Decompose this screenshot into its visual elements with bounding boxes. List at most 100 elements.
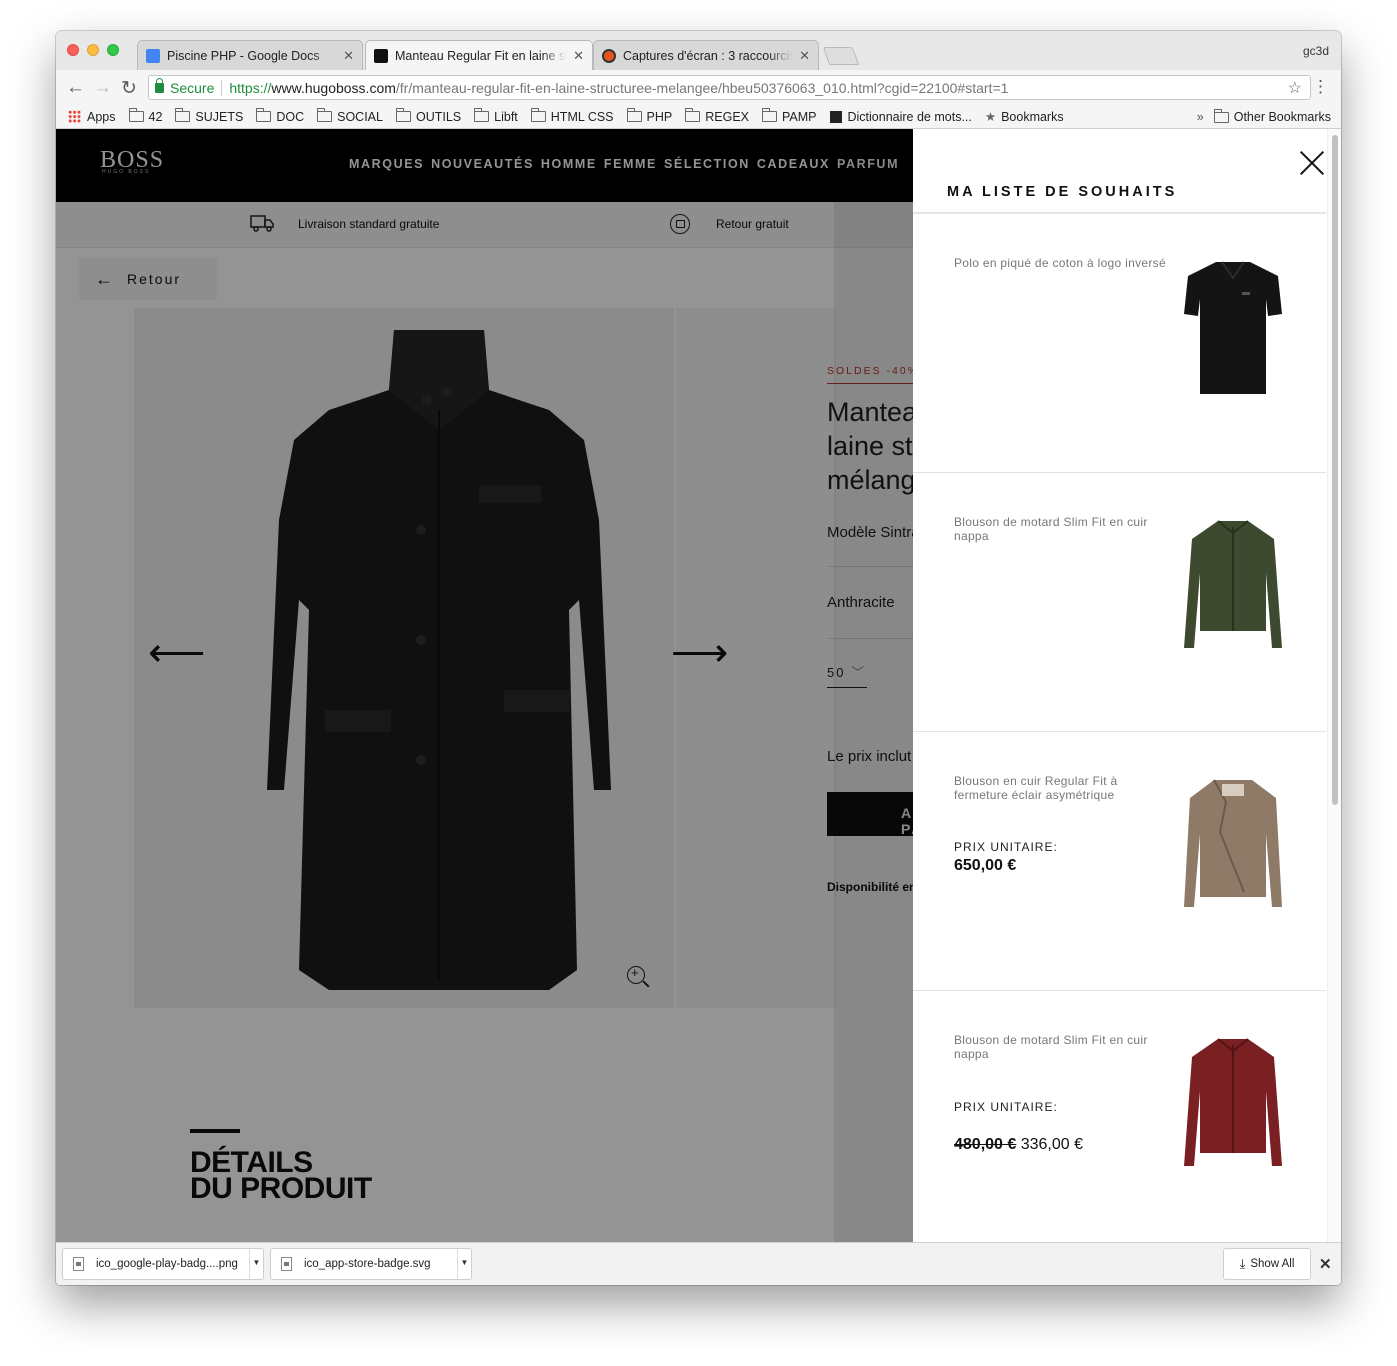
bookmark-label: 42	[148, 109, 163, 124]
download-filename: ico_google-play-badg....png	[96, 1258, 238, 1270]
page-viewport: BOSS HUGO BOSS MARQUES NOUVEAUTÉS HOMME …	[56, 129, 1341, 1242]
close-downloads-icon[interactable]: ✕	[1319, 1255, 1332, 1273]
browser-window: Piscine PHP - Google Docs ✕ Manteau Regu…	[56, 31, 1341, 1285]
downloads-shelf: ico_google-play-badg....png ▼ ico_app-st…	[56, 1242, 1341, 1285]
wishlist-item-price-block: 480,00 € 336,00 €	[954, 1136, 1083, 1154]
new-tab-button[interactable]	[822, 47, 860, 65]
wishlist-item-image-jacket-red[interactable]	[1178, 1031, 1288, 1176]
dictionary-icon	[829, 110, 842, 123]
bookmark-label: Bookmarks	[1001, 109, 1064, 124]
folder-icon	[128, 108, 144, 122]
close-icon[interactable]	[1300, 151, 1324, 175]
show-all-label: Show All	[1250, 1258, 1295, 1270]
tab-title: Manteau Regular Fit en laine structurée …	[395, 48, 568, 63]
unit-price-label: PRIX UNITAIRE:	[954, 840, 1058, 854]
bookmark-label: PAMP	[782, 109, 817, 124]
url-scheme: https://	[229, 79, 272, 96]
bookmarks-overflow: » Other Bookmarks	[1197, 105, 1331, 129]
zoom-window-button[interactable]	[107, 44, 119, 56]
bookmark-label: HTML CSS	[550, 109, 614, 124]
wishlist-item-name[interactable]: Blouson en cuir Regular Fit à fermeture …	[954, 774, 1174, 802]
wishlist-item[interactable]: Blouson de motard Slim Fit en cuir nappa…	[913, 991, 1326, 1242]
folder-icon	[175, 108, 191, 122]
wishlist-item[interactable]: Blouson en cuir Regular Fit à fermeture …	[913, 732, 1326, 991]
download-icon: ⤓	[1239, 1256, 1246, 1271]
star-icon: ★	[984, 110, 997, 124]
tab-strip: Piscine PHP - Google Docs ✕ Manteau Regu…	[56, 31, 1341, 70]
wishlist-item-image-jacket-green[interactable]	[1178, 513, 1288, 658]
bookmark-bookmarks[interactable]: ★ Bookmarks	[984, 109, 1064, 125]
wishlist-panel: MA LISTE DE SOUHAITS Polo en piqué de co…	[913, 129, 1341, 1242]
browser-menu-icon[interactable]: ⋮	[1312, 77, 1329, 97]
bookmark-folder-social[interactable]: SOCIAL	[317, 108, 383, 124]
tab-hugo-boss[interactable]: Manteau Regular Fit en laine structurée …	[365, 40, 593, 70]
browser-toolbar: ← → ↻ Secure https:// www.hugoboss.com /…	[56, 70, 1341, 105]
reload-icon[interactable]: ↻	[121, 77, 137, 100]
separator	[221, 79, 223, 96]
wishlist-item-image-polo[interactable]	[1178, 254, 1288, 399]
folder-icon	[1213, 108, 1229, 123]
close-window-button[interactable]	[67, 44, 79, 56]
download-menu-caret-icon[interactable]: ▼	[249, 1249, 263, 1279]
wishlist-item[interactable]: Blouson de motard Slim Fit en cuir nappa	[913, 473, 1326, 732]
download-menu-caret-icon[interactable]: ▼	[457, 1249, 471, 1279]
wishlist-item-name[interactable]: Polo en piqué de coton à logo inversé	[954, 256, 1174, 270]
original-price: 480,00 €	[954, 1136, 1017, 1153]
tab-google-docs[interactable]: Piscine PHP - Google Docs ✕	[137, 40, 363, 70]
tab-captures[interactable]: Captures d'écran : 3 raccourcis ✕	[593, 40, 819, 70]
wishlist-scrollbar[interactable]	[1327, 129, 1341, 1242]
download-item[interactable]: ico_app-store-badge.svg ▼	[270, 1248, 472, 1280]
wishlist-item-name[interactable]: Blouson de motard Slim Fit en cuir nappa	[954, 515, 1174, 543]
bookmark-star-icon[interactable]: ☆	[1288, 78, 1302, 98]
url-path: /fr/manteau-regular-fit-en-laine-structu…	[395, 79, 1009, 96]
bookmark-folder-outils[interactable]: OUTILS	[395, 108, 462, 124]
download-filename: ico_app-store-badge.svg	[304, 1258, 431, 1270]
folder-icon	[395, 108, 411, 122]
forward-arrow-icon[interactable]: →	[93, 77, 112, 99]
bookmark-label: DOC	[276, 109, 305, 124]
back-arrow-icon[interactable]: ←	[66, 77, 85, 99]
boss-icon	[374, 48, 388, 63]
bookmark-apps[interactable]: Apps	[68, 110, 116, 124]
tab-title: Captures d'écran : 3 raccourcis	[623, 48, 794, 63]
bookmark-folder-php[interactable]: PHP	[626, 108, 673, 124]
bookmark-dictionnaire[interactable]: Dictionnaire de mots...	[829, 110, 972, 124]
sale-price: 336,00 €	[1020, 1136, 1084, 1153]
show-all-downloads-button[interactable]: ⤓ Show All	[1223, 1248, 1311, 1280]
close-tab-icon[interactable]: ✕	[799, 48, 810, 64]
bookmarks-bar: Apps 42 SUJETS DOC SOCIAL OUTILS Libft H…	[56, 105, 1341, 129]
bookmark-folder-html-css[interactable]: HTML CSS	[530, 108, 614, 124]
wishlist-item-name[interactable]: Blouson de motard Slim Fit en cuir nappa	[954, 1033, 1174, 1061]
url-host: www.hugoboss.com	[271, 79, 396, 96]
bookmark-label: SOCIAL	[337, 109, 383, 124]
scrollbar-thumb[interactable]	[1332, 135, 1338, 805]
unit-price-label: PRIX UNITAIRE:	[954, 1100, 1058, 1114]
address-bar[interactable]: Secure https:// www.hugoboss.com /fr/man…	[148, 75, 1311, 100]
tab-title: Piscine PHP - Google Docs	[167, 48, 320, 63]
close-tab-icon[interactable]: ✕	[573, 48, 584, 64]
folder-icon	[530, 108, 546, 122]
download-item[interactable]: ico_google-play-badg....png ▼	[62, 1248, 264, 1280]
bookmark-folder-pamp[interactable]: PAMP	[762, 108, 817, 124]
bookmark-folder-regex[interactable]: REGEX	[685, 108, 749, 124]
bookmark-label: PHP	[646, 109, 673, 124]
bookmark-label: Other Bookmarks	[1233, 110, 1331, 124]
screenshot-site-icon	[602, 48, 616, 63]
profile-name[interactable]: gc3d	[1303, 44, 1329, 58]
bookmarks-overflow-chevron[interactable]: »	[1197, 110, 1204, 124]
bookmark-label: REGEX	[705, 109, 749, 124]
modal-overlay[interactable]	[56, 129, 913, 1242]
bookmark-folder-42[interactable]: 42	[128, 108, 163, 124]
bookmark-other-bookmarks[interactable]: Other Bookmarks	[1213, 108, 1331, 124]
bookmark-folder-doc[interactable]: DOC	[256, 108, 305, 124]
wishlist-item[interactable]: Polo en piqué de coton à logo inversé	[913, 214, 1326, 473]
folder-icon	[685, 108, 701, 122]
close-tab-icon[interactable]: ✕	[343, 48, 354, 64]
folder-icon	[317, 108, 333, 122]
apps-grid-icon	[68, 110, 81, 123]
bookmark-folder-libft[interactable]: Libft	[474, 108, 518, 124]
bookmark-label: OUTILS	[415, 109, 462, 124]
wishlist-item-image-jacket-tan[interactable]	[1178, 772, 1288, 917]
bookmark-folder-sujets[interactable]: SUJETS	[175, 108, 243, 124]
minimize-window-button[interactable]	[87, 44, 99, 56]
